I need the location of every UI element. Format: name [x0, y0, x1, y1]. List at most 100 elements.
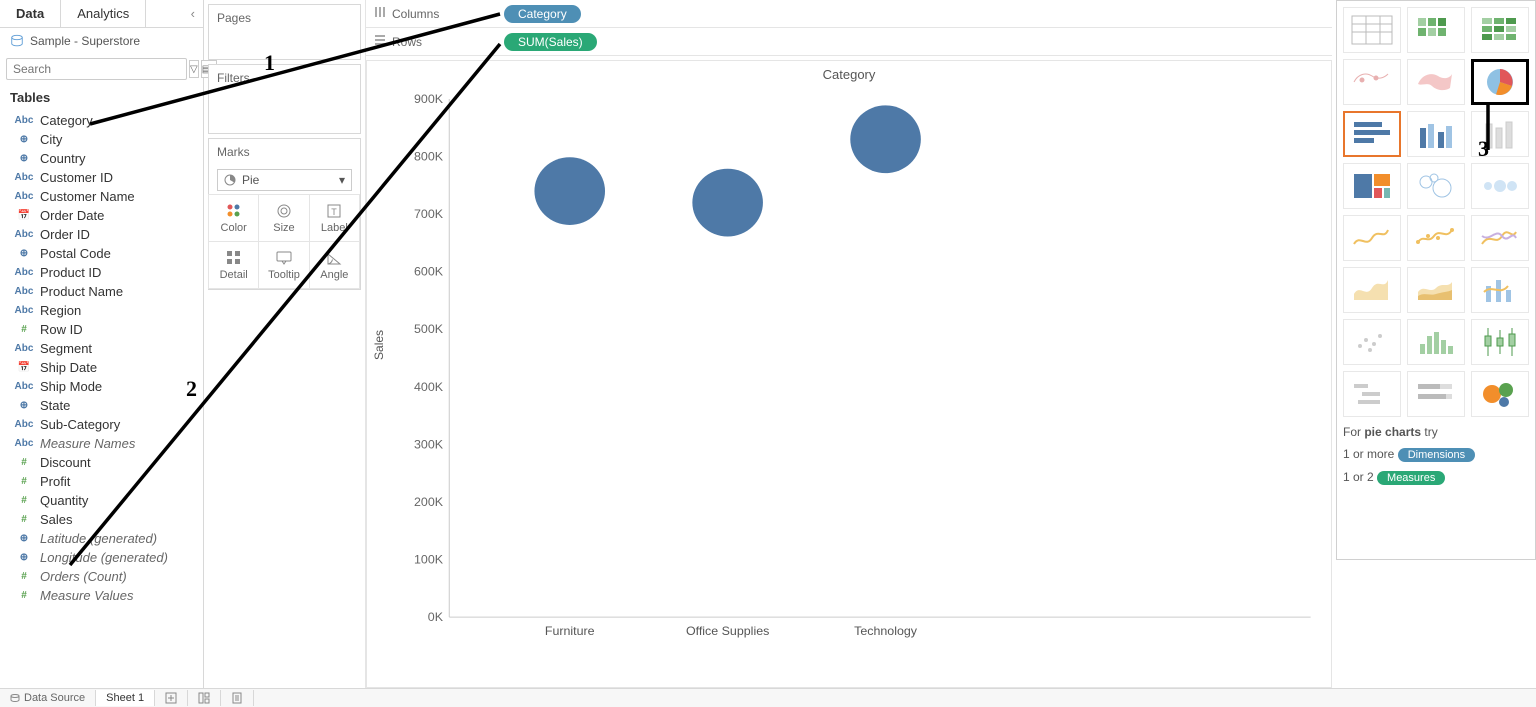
- filter-icon-button[interactable]: ▽: [189, 60, 199, 78]
- new-dashboard-button[interactable]: [188, 690, 221, 706]
- field-orders-count-[interactable]: #Orders (Count): [0, 567, 203, 586]
- side-by-side-circles-icon: [1476, 166, 1524, 206]
- showme-side-by-side-bar[interactable]: [1407, 111, 1465, 157]
- field-label: Category: [40, 113, 93, 128]
- pill-sum-sales[interactable]: SUM(Sales): [504, 33, 597, 51]
- showme-text-table[interactable]: [1343, 7, 1401, 53]
- abc-type-icon: Abc: [16, 419, 32, 430]
- data-point[interactable]: [850, 105, 921, 173]
- showme-packed-bubbles[interactable]: [1471, 371, 1529, 417]
- pie-icon: [224, 174, 236, 186]
- showme-scatter[interactable]: [1343, 319, 1401, 365]
- side-by-side-bar-icon: [1412, 114, 1460, 154]
- showme-area-continuous[interactable]: [1343, 267, 1401, 313]
- showme-pie-chart[interactable]: [1471, 59, 1529, 105]
- data-point[interactable]: [692, 169, 763, 237]
- showme-bullet[interactable]: [1407, 371, 1465, 417]
- field-state[interactable]: ⊕State: [0, 396, 203, 415]
- showme-symbol-map[interactable]: [1343, 59, 1401, 105]
- field-row-id[interactable]: #Row ID: [0, 320, 203, 339]
- field-discount[interactable]: #Discount: [0, 453, 203, 472]
- mark-cell-label: Tooltip: [268, 269, 300, 281]
- collapse-data-pane[interactable]: ‹: [183, 0, 203, 27]
- field-segment[interactable]: AbcSegment: [0, 339, 203, 358]
- field-measure-values[interactable]: #Measure Values: [0, 586, 203, 605]
- showme-line-discrete[interactable]: [1407, 215, 1465, 261]
- showme-area-discrete[interactable]: [1407, 267, 1465, 313]
- showme-circle-views[interactable]: [1407, 163, 1465, 209]
- showme-dual-line[interactable]: [1471, 215, 1529, 261]
- abc-type-icon: Abc: [16, 381, 32, 392]
- data-source-row[interactable]: Sample - Superstore: [0, 28, 203, 54]
- field-label: Sales: [40, 512, 73, 527]
- pages-card[interactable]: Pages: [208, 4, 361, 60]
- mark-color-button[interactable]: Color: [208, 194, 259, 242]
- field-profit[interactable]: #Profit: [0, 472, 203, 491]
- mark-tooltip-button[interactable]: Tooltip: [258, 241, 309, 289]
- mark-angle-button[interactable]: Angle: [309, 241, 360, 289]
- field-ship-mode[interactable]: Abc Ship Mode: [0, 377, 203, 396]
- mark-label-button[interactable]: TLabel: [309, 194, 360, 242]
- mark-type-dropdown[interactable]: Pie ▾: [217, 169, 352, 191]
- showme-treemap[interactable]: [1343, 163, 1401, 209]
- field-label: Ship Mode: [40, 379, 102, 394]
- tab-analytics[interactable]: Analytics: [61, 0, 146, 27]
- field-category[interactable]: AbcCategory: [0, 111, 203, 130]
- field-label: Quantity: [40, 493, 88, 508]
- showme-dual-combo[interactable]: [1471, 267, 1529, 313]
- field-latitude-generated-[interactable]: ⊕Latitude (generated): [0, 529, 203, 548]
- tab-data[interactable]: Data: [0, 0, 61, 27]
- detail-icon: [225, 249, 243, 267]
- circle-views-icon: [1412, 166, 1460, 206]
- field-postal-code[interactable]: ⊕Postal Code: [0, 244, 203, 263]
- field-label: Product ID: [40, 265, 101, 280]
- angle-icon: [325, 249, 343, 267]
- field-city[interactable]: ⊕City: [0, 130, 203, 149]
- field-country[interactable]: ⊕Country: [0, 149, 203, 168]
- mark-size-button[interactable]: Size: [258, 194, 309, 242]
- new-story-button[interactable]: [221, 690, 254, 706]
- field-ship-date[interactable]: 📅Ship Date: [0, 358, 203, 377]
- mark-detail-button[interactable]: Detail: [208, 241, 259, 289]
- data-point[interactable]: [534, 157, 605, 225]
- showme-heat-map[interactable]: [1407, 7, 1465, 53]
- field-region[interactable]: AbcRegion: [0, 301, 203, 320]
- mark-cell-label: Size: [273, 222, 294, 234]
- abc-type-icon: Abc: [16, 191, 32, 202]
- field-order-date[interactable]: 📅Order Date: [0, 206, 203, 225]
- tab-sheet-1[interactable]: Sheet 1: [96, 690, 155, 706]
- geo-type-icon: ⊕: [16, 533, 32, 544]
- showme-gantt[interactable]: [1343, 371, 1401, 417]
- showme-highlight-table[interactable]: [1471, 7, 1529, 53]
- search-input[interactable]: [6, 58, 187, 80]
- field-sales[interactable]: #Sales: [0, 510, 203, 529]
- field-label: Region: [40, 303, 81, 318]
- new-worksheet-button[interactable]: [155, 690, 188, 706]
- showme-horizontal-bar[interactable]: [1343, 111, 1401, 157]
- filters-card[interactable]: Filters: [208, 64, 361, 134]
- tables-header: Tables: [0, 84, 203, 111]
- field-customer-id[interactable]: AbcCustomer ID: [0, 168, 203, 187]
- chart-svg: 0K100K200K300K400K500K600K700K800K900KFu…: [387, 89, 1321, 647]
- field-product-id[interactable]: AbcProduct ID: [0, 263, 203, 282]
- showme-line-continuous[interactable]: [1343, 215, 1401, 261]
- showme-filled-map[interactable]: [1407, 59, 1465, 105]
- showme-box-and-whisker[interactable]: [1471, 319, 1529, 365]
- field-product-name[interactable]: AbcProduct Name: [0, 282, 203, 301]
- sm-hint-suffix: try: [1421, 425, 1438, 439]
- showme-side-by-side-circles[interactable]: [1471, 163, 1529, 209]
- showme-histogram[interactable]: [1407, 319, 1465, 365]
- field-label: Discount: [40, 455, 91, 470]
- field-customer-name[interactable]: AbcCustomer Name: [0, 187, 203, 206]
- field-quantity[interactable]: #Quantity: [0, 491, 203, 510]
- columns-shelf[interactable]: Columns Category: [366, 0, 1332, 28]
- pill-category[interactable]: Category: [504, 5, 581, 23]
- field-order-id[interactable]: AbcOrder ID: [0, 225, 203, 244]
- rows-shelf[interactable]: Rows SUM(Sales): [366, 28, 1332, 56]
- field-sub-category[interactable]: AbcSub-Category: [0, 415, 203, 434]
- viz-canvas[interactable]: Category Sales 0K100K200K300K400K500K600…: [366, 60, 1332, 688]
- field-longitude-generated-[interactable]: ⊕Longitude (generated): [0, 548, 203, 567]
- num-type-icon: #: [16, 571, 32, 582]
- tab-data-source[interactable]: Data Source: [0, 690, 96, 706]
- field-measure-names[interactable]: AbcMeasure Names: [0, 434, 203, 453]
